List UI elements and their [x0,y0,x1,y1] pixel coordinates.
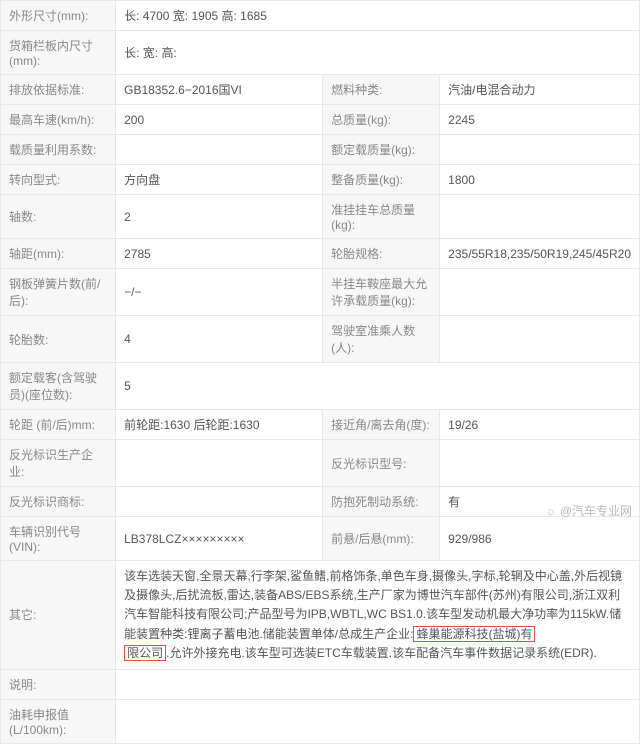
table-row: 油耗申报值(L/100km): [1,699,640,743]
highlight-company-1: 蜂巢能源科技(盐城)有 [413,626,535,642]
label-ratedmass: 额定载质量(kg): [323,135,440,165]
val-note [116,669,640,699]
val-curbmass: 1800 [440,165,640,195]
label-overhang: 前悬/后悬(mm): [323,517,440,561]
label-emission: 排放依据标准: [1,75,116,105]
label-axles: 轴数: [1,195,116,239]
label-spring: 钢板弹簧片数(前/后): [1,269,116,316]
label-steer: 转向型式: [1,165,116,195]
val-wheelbase: 2785 [116,239,323,269]
val-fuelcons [116,699,640,743]
val-other: 该车选装天窗,全景天幕,行李架,鲨鱼鳍,前格饰条,单色车身,摄像头,字标,轮辋及… [116,561,640,670]
watermark: ☼ @汽车专业网 [545,502,632,519]
val-ratedpass: 5 [116,363,640,410]
label-fuel: 燃料种类: [323,75,440,105]
val-spring: −/− [116,269,323,316]
table-row: 说明: [1,669,640,699]
table-row: 载质量利用系数: 额定载质量(kg): [1,135,640,165]
val-loadfactor [116,135,323,165]
table-row: 外形尺寸(mm): 长: 4700 宽: 1905 高: 1685 [1,1,640,31]
val-cargo: 长: 宽: 高: [116,31,640,75]
table-row: 额定载客(含驾驶员)(座位数): 5 [1,363,640,410]
label-abs: 防抱死制动系统: [323,487,440,517]
val-reflmodel [440,440,640,487]
label-track: 轮距 (前/后)mm: [1,410,116,440]
table-row: 最高车速(km/h): 200 总质量(kg): 2245 [1,105,640,135]
table-row: 轮胎数: 4 驾驶室准乘人数(人): [1,316,640,363]
val-tirecount: 4 [116,316,323,363]
label-dimensions: 外形尺寸(mm): [1,1,116,31]
label-tirecount: 轮胎数: [1,316,116,363]
val-dimensions: 长: 4700 宽: 1905 高: 1685 [116,1,640,31]
label-cargo: 货箱栏板内尺寸(mm): [1,31,116,75]
val-vin: LB378LCZ××××××××× [116,517,323,561]
other-text-a: 该车选装天窗,全景天幕,行李架,鲨鱼鳍,前格饰条,单色车身,摄像头,字标,轮辋及… [124,569,622,641]
val-totalmass: 2245 [440,105,640,135]
label-reflmodel: 反光标识型号: [323,440,440,487]
val-axles: 2 [116,195,323,239]
val-cabpass [440,316,640,363]
label-fuelcons: 油耗申报值(L/100km): [1,699,116,743]
table-row: 车辆识别代号(VIN): LB378LCZ××××××××× 前悬/后悬(mm)… [1,517,640,561]
label-reflmfr: 反光标识生产企业: [1,440,116,487]
table-row: 轴距(mm): 2785 轮胎规格: 235/55R18,235/50R19,2… [1,239,640,269]
vehicle-spec-table: 外形尺寸(mm): 长: 4700 宽: 1905 高: 1685 货箱栏板内尺… [0,0,640,744]
table-row: 货箱栏板内尺寸(mm): 长: 宽: 高: [1,31,640,75]
val-steer: 方向盘 [116,165,323,195]
label-loadfactor: 载质量利用系数: [1,135,116,165]
val-reflmfr [116,440,323,487]
val-track: 前轮距:1630 后轮距:1630 [116,410,323,440]
val-emission: GB18352.6−2016国VI [116,75,323,105]
table-row: 排放依据标准: GB18352.6−2016国VI 燃料种类: 汽油/电混合动力 [1,75,640,105]
label-trailermass: 准挂挂车总质量(kg): [323,195,440,239]
label-curbmass: 整备质量(kg): [323,165,440,195]
table-row: 反光标识商标: 防抱死制动系统: 有 [1,487,640,517]
table-row: 其它: 该车选装天窗,全景天幕,行李架,鲨鱼鳍,前格饰条,单色车身,摄像头,字标… [1,561,640,670]
val-angles: 19/26 [440,410,640,440]
table-row: 轴数: 2 准挂挂车总质量(kg): [1,195,640,239]
label-vin: 车辆识别代号(VIN): [1,517,116,561]
label-other: 其它: [1,561,116,670]
table-row: 转向型式: 方向盘 整备质量(kg): 1800 [1,165,640,195]
label-ratedpass: 额定载客(含驾驶员)(座位数): [1,363,116,410]
table-row: 轮距 (前/后)mm: 前轮距:1630 后轮距:1630 接近角/离去角(度)… [1,410,640,440]
val-saddle [440,269,640,316]
other-text-b: .允许外接充电.该车型可选装ETC车载装置.该车配备汽车事件数据记录系统(EDR… [166,646,597,660]
val-refltm [116,487,323,517]
table-row: 反光标识生产企业: 反光标识型号: [1,440,640,487]
highlight-company-2: 限公司 [124,645,166,661]
label-topspeed: 最高车速(km/h): [1,105,116,135]
val-ratedmass [440,135,640,165]
val-fuel: 汽油/电混合动力 [440,75,640,105]
val-trailermass [440,195,640,239]
val-tirespec: 235/55R18,235/50R19,245/45R20 [440,239,640,269]
label-angles: 接近角/离去角(度): [323,410,440,440]
label-note: 说明: [1,669,116,699]
label-tirespec: 轮胎规格: [323,239,440,269]
val-overhang: 929/986 [440,517,640,561]
val-topspeed: 200 [116,105,323,135]
label-saddle: 半挂车鞍座最大允许承载质量(kg): [323,269,440,316]
label-wheelbase: 轴距(mm): [1,239,116,269]
table-row: 钢板弹簧片数(前/后): −/− 半挂车鞍座最大允许承载质量(kg): [1,269,640,316]
label-cabpass: 驾驶室准乘人数(人): [323,316,440,363]
label-refltm: 反光标识商标: [1,487,116,517]
label-totalmass: 总质量(kg): [323,105,440,135]
